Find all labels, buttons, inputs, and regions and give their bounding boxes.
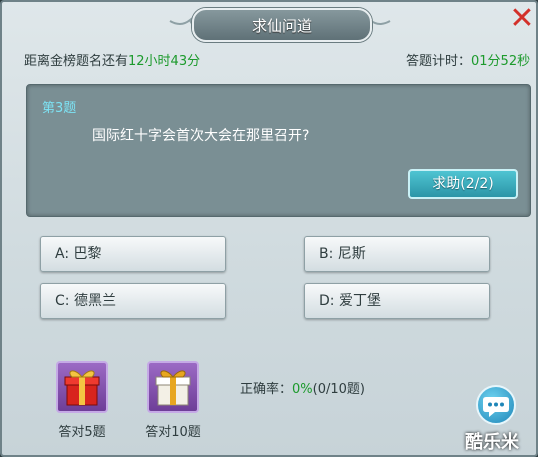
answer-option-a[interactable]: A: 巴黎 [40, 236, 226, 272]
timer-value: 01分52秒 [471, 54, 531, 69]
accuracy-detail: (0/10题) [312, 382, 365, 397]
question-box: 第3题 国际红十字会首次大会在那里召开? 求助(2/2) [26, 84, 531, 217]
answer-option-b[interactable]: B: 尼斯 [304, 236, 490, 272]
countdown-info: 距离金榜题名还有12小时43分 [24, 50, 200, 69]
countdown-label: 距离金榜题名还有 [24, 54, 129, 69]
reward-10-button[interactable] [147, 361, 199, 413]
white-gift-box-icon [155, 370, 191, 406]
question-text: 国际红十字会首次大会在那里召开? [92, 128, 310, 144]
answer-option-d[interactable]: D: 爱丁堡 [304, 283, 490, 319]
timer-label: 答题计时： [406, 54, 472, 69]
accuracy-info: 正确率：0%(0/10题) [240, 378, 365, 397]
watermark: 酷乐米 [465, 432, 519, 453]
accuracy-value: 0% [292, 382, 313, 397]
close-button[interactable]: ✕ [508, 4, 536, 34]
close-icon: ✕ [509, 1, 535, 36]
countdown-value: 12小时43分 [128, 54, 201, 69]
help-button[interactable]: 求助(2/2) [408, 169, 518, 199]
quiz-panel: 求仙问道 ✕ 距离金榜题名还有12小时43分 答题计时：01分52秒 第3题 国… [0, 0, 538, 457]
reward-5-button[interactable] [56, 361, 108, 413]
reward-5-label: 答对5题 [58, 425, 106, 440]
accuracy-label: 正确率： [240, 382, 293, 397]
title-banner: 求仙问道 [192, 8, 372, 42]
chat-bubble-icon [483, 397, 509, 417]
question-number: 第3题 [42, 101, 77, 116]
red-gift-box-icon [64, 370, 100, 406]
chat-button[interactable] [476, 385, 516, 425]
answer-option-c[interactable]: C: 德黑兰 [40, 283, 226, 319]
reward-10-label: 答对10题 [145, 425, 201, 440]
timer-info: 答题计时：01分52秒 [406, 50, 530, 69]
page-title: 求仙问道 [251, 17, 312, 35]
